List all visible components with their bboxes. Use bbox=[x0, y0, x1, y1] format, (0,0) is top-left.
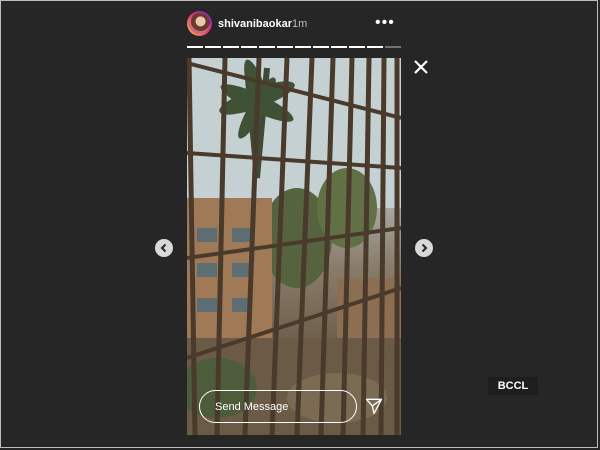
progress-bar bbox=[187, 46, 401, 48]
progress-segment bbox=[187, 46, 203, 48]
progress-segment bbox=[277, 46, 293, 48]
avatar[interactable] bbox=[187, 11, 212, 36]
timestamp: 1m bbox=[292, 18, 308, 30]
paper-plane-icon[interactable] bbox=[364, 396, 384, 416]
progress-segment bbox=[385, 46, 401, 48]
next-story-button[interactable] bbox=[415, 239, 433, 257]
progress-segment bbox=[313, 46, 329, 48]
window-grille-photo bbox=[187, 58, 401, 435]
close-icon[interactable] bbox=[412, 58, 430, 76]
progress-segment bbox=[223, 46, 239, 48]
avatar-image bbox=[189, 13, 210, 34]
progress-segment bbox=[331, 46, 347, 48]
progress-segment bbox=[241, 46, 257, 48]
progress-segment bbox=[349, 46, 365, 48]
story-media[interactable] bbox=[187, 58, 401, 435]
more-options-icon[interactable]: ••• bbox=[375, 14, 395, 32]
story-header: shivanibaokar 1m ••• bbox=[187, 8, 401, 40]
progress-segment bbox=[295, 46, 311, 48]
progress-segment bbox=[205, 46, 221, 48]
progress-segment bbox=[259, 46, 275, 48]
watermark: BCCL bbox=[488, 377, 538, 395]
username[interactable]: shivanibaokar bbox=[218, 18, 292, 30]
previous-story-button[interactable] bbox=[155, 239, 173, 257]
progress-segment bbox=[367, 46, 383, 48]
chevron-left-icon bbox=[160, 243, 167, 253]
send-message-placeholder: Send Message bbox=[215, 401, 289, 413]
chevron-right-icon bbox=[421, 243, 428, 253]
send-message-input[interactable]: Send Message bbox=[199, 390, 357, 423]
